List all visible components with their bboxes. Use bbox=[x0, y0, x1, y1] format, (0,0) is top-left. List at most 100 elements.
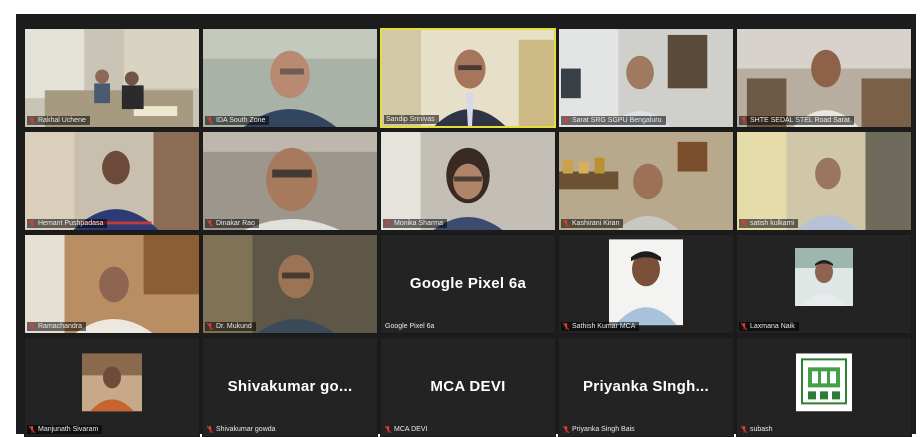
participant-tile[interactable]: Dinakar Rao bbox=[202, 131, 378, 231]
name-tag: Shivakumar gowda bbox=[205, 425, 280, 434]
muted-mic-icon bbox=[741, 117, 747, 124]
muted-mic-icon bbox=[563, 426, 569, 433]
muted-mic-icon bbox=[29, 426, 35, 433]
name-tag: SHTE SEDAL STEL Road Sarat bbox=[739, 116, 854, 125]
name-tag: Sandip Srinivas bbox=[384, 115, 439, 124]
participant-tile-active-speaker[interactable]: Sandip Srinivas bbox=[380, 28, 556, 128]
name-tag: Sathish Kumar MCA bbox=[561, 322, 640, 331]
participant-tile[interactable]: Hemant Pushpadasa bbox=[24, 131, 200, 231]
name-tag: Laxmana Naik bbox=[739, 322, 799, 331]
participant-tile[interactable]: Manjunath Sivaram bbox=[24, 337, 200, 437]
muted-mic-icon bbox=[741, 426, 747, 433]
participant-display-name: Google Pixel 6a bbox=[409, 275, 527, 292]
participant-video bbox=[25, 29, 199, 127]
name-tag: Dinakar Rao bbox=[205, 219, 259, 228]
participant-name: Manjunath Sivaram bbox=[38, 426, 99, 433]
participant-tile[interactable]: Google Pixel 6a Google Pixel 6a bbox=[380, 234, 556, 334]
participant-tile[interactable]: satish kulkarni bbox=[736, 131, 912, 231]
participant-video bbox=[381, 132, 555, 230]
participant-name: satish kulkarni bbox=[750, 220, 795, 227]
participant-tile[interactable]: Sarat SRG SGPU Bengaluru bbox=[558, 28, 734, 128]
muted-mic-icon bbox=[207, 117, 213, 124]
participant-name: Sandip Srinivas bbox=[386, 116, 435, 123]
participant-tile[interactable]: Kashirani Kiran bbox=[558, 131, 734, 231]
muted-mic-icon bbox=[207, 220, 213, 227]
participant-name: Ramachandra bbox=[38, 323, 82, 330]
name-tag: Google Pixel 6a bbox=[383, 322, 438, 331]
participant-tile[interactable]: Priyanka SIngh... Priyanka Singh Bais bbox=[558, 337, 734, 437]
muted-mic-icon bbox=[29, 220, 35, 227]
participant-tile[interactable]: Ramachandra bbox=[24, 234, 200, 334]
participant-name: MCA DEVI bbox=[394, 426, 428, 433]
name-tag: Ramachandra bbox=[27, 322, 86, 331]
participant-logo bbox=[796, 353, 852, 412]
participant-name: Rakhal Uchene bbox=[38, 117, 86, 124]
participant-name: Shivakumar gowda bbox=[216, 426, 276, 433]
participant-name: Sathish Kumar MCA bbox=[572, 323, 636, 330]
name-tag: satish kulkarni bbox=[739, 219, 799, 228]
name-tag: Kashirani Kiran bbox=[561, 219, 624, 228]
participant-name: SHTE SEDAL STEL Road Sarat bbox=[750, 117, 850, 124]
name-tag: Hemant Pushpadasa bbox=[27, 219, 108, 228]
muted-mic-icon bbox=[741, 323, 747, 330]
participant-tile[interactable]: Dr. Mukund bbox=[202, 234, 378, 334]
name-tag: IDA South Zone bbox=[205, 116, 270, 125]
participant-tile[interactable]: Laxmana Naik bbox=[736, 234, 912, 334]
muted-mic-icon bbox=[563, 220, 569, 227]
name-tag: Sarat SRG SGPU Bengaluru bbox=[561, 116, 666, 125]
name-tag: Monika Sharma bbox=[383, 219, 448, 228]
name-tag: Dr. Mukund bbox=[205, 322, 256, 331]
participant-video bbox=[382, 30, 554, 126]
participant-video bbox=[203, 235, 377, 333]
participant-video bbox=[559, 132, 733, 230]
muted-mic-icon bbox=[563, 323, 569, 330]
participant-name: IDA South Zone bbox=[216, 117, 266, 124]
muted-mic-icon bbox=[29, 117, 35, 124]
participant-tile[interactable]: IDA South Zone bbox=[202, 28, 378, 128]
participant-video bbox=[559, 29, 733, 127]
participant-tile[interactable]: Rakhal Uchene bbox=[24, 28, 200, 128]
participant-video bbox=[203, 29, 377, 127]
participant-name: Laxmana Naik bbox=[750, 323, 795, 330]
muted-mic-icon bbox=[29, 323, 35, 330]
participant-display-name: Priyanka SIngh... bbox=[583, 378, 709, 395]
muted-mic-icon bbox=[741, 220, 747, 227]
participant-name: Monika Sharma bbox=[394, 220, 444, 227]
participant-photo bbox=[795, 248, 853, 307]
muted-mic-icon bbox=[385, 426, 391, 433]
participant-display-name: Shivakumar go... bbox=[227, 378, 353, 395]
participant-name: Google Pixel 6a bbox=[385, 323, 435, 330]
name-tag: Priyanka Singh Bais bbox=[561, 425, 639, 434]
participant-tile[interactable]: MCA DEVI MCA DEVI bbox=[380, 337, 556, 437]
participant-tile[interactable]: Shivakumar go... Shivakumar gowda bbox=[202, 337, 378, 437]
participant-name: Dinakar Rao bbox=[216, 220, 255, 227]
participant-name: Priyanka Singh Bais bbox=[572, 426, 635, 433]
participant-tile[interactable]: SHTE SEDAL STEL Road Sarat bbox=[736, 28, 912, 128]
participant-video bbox=[737, 29, 911, 127]
participant-tile[interactable]: subash bbox=[736, 337, 912, 437]
participant-name: Hemant Pushpadasa bbox=[38, 220, 104, 227]
meeting-gallery: Rakhal Uchene IDA South Zone Sandip Srin… bbox=[16, 14, 916, 437]
muted-mic-icon bbox=[207, 323, 213, 330]
participant-video bbox=[25, 132, 199, 230]
participant-video bbox=[203, 132, 377, 230]
participant-video bbox=[737, 132, 911, 230]
participant-photo bbox=[609, 239, 683, 326]
participant-name: Kashirani Kiran bbox=[572, 220, 620, 227]
participant-photo bbox=[82, 353, 142, 412]
participant-grid: Rakhal Uchene IDA South Zone Sandip Srin… bbox=[24, 28, 912, 437]
name-tag: Rakhal Uchene bbox=[27, 116, 90, 125]
name-tag: subash bbox=[739, 425, 777, 434]
name-tag: Manjunath Sivaram bbox=[27, 425, 103, 434]
participant-tile[interactable]: Sathish Kumar MCA bbox=[558, 234, 734, 334]
participant-video bbox=[25, 235, 199, 333]
participant-name: Sarat SRG SGPU Bengaluru bbox=[572, 117, 662, 124]
participant-display-name: MCA DEVI bbox=[430, 378, 506, 395]
muted-mic-icon bbox=[563, 117, 569, 124]
participant-name: Dr. Mukund bbox=[216, 323, 252, 330]
muted-mic-icon bbox=[385, 220, 391, 227]
muted-mic-icon bbox=[207, 426, 213, 433]
name-tag: MCA DEVI bbox=[383, 425, 431, 434]
participant-tile[interactable]: Monika Sharma bbox=[380, 131, 556, 231]
participant-name: subash bbox=[750, 426, 773, 433]
